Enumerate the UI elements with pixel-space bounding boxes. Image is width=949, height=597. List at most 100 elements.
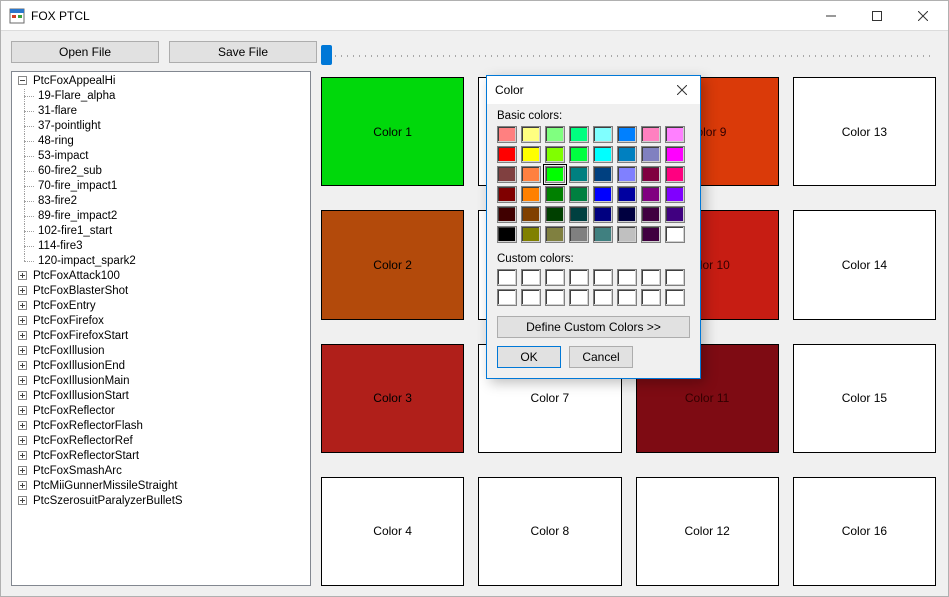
color-swatch-2[interactable]: Color 2: [321, 210, 464, 319]
basic-color-cell[interactable]: [545, 206, 565, 223]
slider-thumb[interactable]: [321, 45, 332, 65]
basic-color-cell[interactable]: [545, 186, 565, 203]
tree-node[interactable]: 48-ring: [36, 135, 76, 147]
tree-node[interactable]: 53-impact: [36, 150, 91, 162]
define-custom-colors-button[interactable]: Define Custom Colors >>: [497, 316, 690, 338]
tree-node[interactable]: 83-fire2: [36, 195, 79, 207]
tree-node[interactable]: PtcFoxFirefox: [31, 315, 106, 327]
tree-node[interactable]: PtcFoxSmashArc: [31, 465, 124, 477]
basic-color-cell[interactable]: [641, 226, 661, 243]
expander-icon[interactable]: [18, 451, 27, 460]
custom-color-cell[interactable]: [665, 269, 685, 286]
cancel-button[interactable]: Cancel: [569, 346, 633, 368]
expander-icon[interactable]: [18, 331, 27, 340]
tree-node[interactable]: 114-fire3: [36, 240, 85, 252]
color-swatch-13[interactable]: Color 13: [793, 77, 936, 186]
basic-color-cell[interactable]: [521, 226, 541, 243]
expander-icon[interactable]: [18, 271, 27, 280]
custom-color-cell[interactable]: [569, 289, 589, 306]
basic-color-cell[interactable]: [641, 126, 661, 143]
basic-color-cell[interactable]: [617, 126, 637, 143]
expander-icon[interactable]: [18, 76, 27, 85]
basic-color-cell[interactable]: [545, 226, 565, 243]
basic-color-cell[interactable]: [593, 226, 613, 243]
color-swatch-1[interactable]: Color 1: [321, 77, 464, 186]
custom-color-cell[interactable]: [521, 269, 541, 286]
color-swatch-14[interactable]: Color 14: [793, 210, 936, 319]
basic-color-cell[interactable]: [617, 166, 637, 183]
frame-slider[interactable]: [321, 43, 938, 63]
basic-color-cell[interactable]: [521, 166, 541, 183]
expander-icon[interactable]: [18, 391, 27, 400]
basic-color-cell[interactable]: [569, 226, 589, 243]
expander-icon[interactable]: [18, 406, 27, 415]
custom-color-cell[interactable]: [497, 269, 517, 286]
tree-node[interactable]: 89-fire_impact2: [36, 210, 119, 222]
tree-node[interactable]: PtcFoxIllusion: [31, 345, 107, 357]
basic-color-cell[interactable]: [665, 186, 685, 203]
basic-color-cell[interactable]: [521, 206, 541, 223]
tree-node[interactable]: PtcSzerosuitParalyzerBulletS: [31, 495, 185, 507]
custom-color-cell[interactable]: [497, 289, 517, 306]
color-swatch-4[interactable]: Color 4: [321, 477, 464, 586]
basic-color-cell[interactable]: [665, 146, 685, 163]
basic-color-cell[interactable]: [617, 226, 637, 243]
basic-color-cell[interactable]: [593, 206, 613, 223]
color-swatch-8[interactable]: Color 8: [478, 477, 621, 586]
custom-color-cell[interactable]: [665, 289, 685, 306]
tree-node[interactable]: 120-impact_spark2: [36, 255, 138, 267]
basic-color-cell[interactable]: [521, 126, 541, 143]
basic-color-cell[interactable]: [641, 146, 661, 163]
basic-color-cell[interactable]: [641, 166, 661, 183]
basic-color-cell[interactable]: [569, 126, 589, 143]
basic-color-cell[interactable]: [569, 186, 589, 203]
save-file-button[interactable]: Save File: [169, 41, 317, 63]
maximize-button[interactable]: [854, 1, 900, 30]
basic-color-cell[interactable]: [665, 206, 685, 223]
custom-color-cell[interactable]: [569, 269, 589, 286]
tree-node[interactable]: 70-fire_impact1: [36, 180, 119, 192]
custom-color-cell[interactable]: [641, 289, 661, 306]
custom-color-cell[interactable]: [617, 289, 637, 306]
ok-button[interactable]: OK: [497, 346, 561, 368]
basic-color-cell[interactable]: [545, 146, 565, 163]
basic-color-cell[interactable]: [665, 166, 685, 183]
expander-icon[interactable]: [18, 376, 27, 385]
basic-color-cell[interactable]: [521, 186, 541, 203]
tree-node[interactable]: PtcFoxIllusionStart: [31, 390, 131, 402]
custom-color-cell[interactable]: [617, 269, 637, 286]
expander-icon[interactable]: [18, 436, 27, 445]
basic-color-cell[interactable]: [521, 146, 541, 163]
expander-icon[interactable]: [18, 496, 27, 505]
expander-icon[interactable]: [18, 481, 27, 490]
basic-color-cell[interactable]: [545, 126, 565, 143]
basic-color-cell[interactable]: [497, 226, 517, 243]
custom-color-cell[interactable]: [593, 269, 613, 286]
basic-color-cell[interactable]: [497, 146, 517, 163]
basic-color-cell[interactable]: [497, 206, 517, 223]
color-swatch-16[interactable]: Color 16: [793, 477, 936, 586]
expander-icon[interactable]: [18, 421, 27, 430]
basic-color-cell[interactable]: [641, 186, 661, 203]
tree-node[interactable]: PtcFoxIllusionMain: [31, 375, 132, 387]
basic-color-cell[interactable]: [665, 126, 685, 143]
tree-node[interactable]: PtcFoxAttack100: [31, 270, 122, 282]
custom-color-cell[interactable]: [545, 269, 565, 286]
tree-node[interactable]: PtcFoxReflector: [31, 405, 117, 417]
tree-node[interactable]: PtcFoxFirefoxStart: [31, 330, 130, 342]
expander-icon[interactable]: [18, 346, 27, 355]
basic-color-cell[interactable]: [593, 166, 613, 183]
minimize-button[interactable]: [808, 1, 854, 30]
color-swatch-15[interactable]: Color 15: [793, 344, 936, 453]
custom-color-cell[interactable]: [521, 289, 541, 306]
basic-color-cell[interactable]: [569, 206, 589, 223]
expander-icon[interactable]: [18, 301, 27, 310]
color-swatch-3[interactable]: Color 3: [321, 344, 464, 453]
basic-color-cell[interactable]: [497, 186, 517, 203]
basic-color-cell[interactable]: [617, 146, 637, 163]
close-button[interactable]: [900, 1, 946, 30]
tree-view[interactable]: PtcFoxAppealHi19-Flare_alpha31-flare37-p…: [11, 71, 311, 586]
custom-color-cell[interactable]: [545, 289, 565, 306]
color-swatch-12[interactable]: Color 12: [636, 477, 779, 586]
basic-color-cell[interactable]: [617, 206, 637, 223]
